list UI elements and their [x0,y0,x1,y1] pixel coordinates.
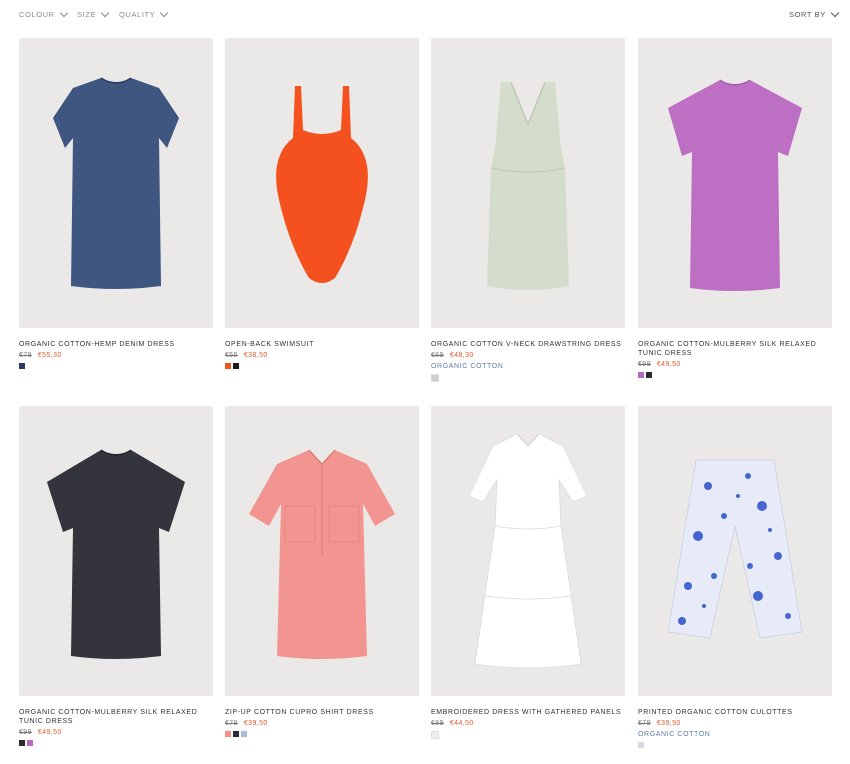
chevron-down-icon [160,8,169,18]
product-card[interactable]: OPEN-BACK SWIMSUIT €55 €38,50 [225,38,419,369]
chevron-down-icon [100,8,110,18]
sort-by-label: SORT BY [789,10,826,19]
sale-price: €38,50 [243,352,268,359]
product-image[interactable] [638,406,832,696]
original-price: €55 [225,352,238,359]
filter-size-label: SIZE [77,10,97,19]
product-card[interactable]: ORGANIC COTTON-HEMP DENIM DRESS €79 €55,3… [19,38,213,369]
denim-dress-illustration [53,77,179,289]
color-swatch[interactable] [19,740,25,746]
filter-quality-label: QUALITY [119,10,156,19]
product-card[interactable]: ORGANIC COTTON V-NECK DRAWSTRING DRESS €… [431,38,625,382]
product-prices: €55 €38,50 [225,352,419,359]
color-swatch[interactable] [431,731,439,739]
color-swatches [638,742,832,748]
original-price: €79 [225,720,238,727]
sale-price: €39,50 [656,720,681,727]
filter-quality[interactable]: QUALITY [119,8,169,19]
dress-shape [53,78,179,289]
original-price: €79 [19,352,32,359]
chevron-down-icon [59,8,68,18]
color-swatch[interactable] [638,742,644,748]
original-price: €99 [638,361,651,368]
product-prices: €79 €39,50 [225,720,419,727]
product-prices: €79 €39,50 [638,720,832,727]
product-prices: €69 €48,30 [431,352,625,359]
sort-by-dropdown[interactable]: SORT BY [789,8,840,19]
color-swatches [431,374,625,382]
color-swatch[interactable] [27,740,33,746]
dress-shape [47,450,185,659]
original-price: €99 [19,729,32,736]
product-card[interactable]: PRINTED ORGANIC COTTON CULOTTES €79 €39,5… [638,406,832,748]
chevron-down-icon [830,8,840,18]
product-image[interactable] [225,38,419,328]
color-swatch[interactable] [646,372,652,378]
product-name[interactable]: ORGANIC COTTON-HEMP DENIM DRESS [19,340,213,349]
culottes-illustration [667,459,803,639]
swimsuit-illustration [276,86,368,283]
original-price: €89 [431,720,444,727]
color-swatch[interactable] [225,363,231,369]
product-name[interactable]: ORGANIC COTTON-MULBERRY SILK RELAXED TUN… [19,708,213,726]
color-swatches [225,731,419,737]
color-swatch[interactable] [638,372,644,378]
color-swatches [431,731,625,739]
product-image[interactable] [19,406,213,696]
product-card[interactable]: EMBROIDERED DRESS WITH GATHERED PANELS €… [431,406,625,739]
sale-price: €49,50 [37,729,62,736]
sale-price: €44,50 [449,720,474,727]
product-image[interactable] [19,38,213,328]
sale-price: €55,30 [37,352,62,359]
dress-shape [468,433,588,669]
color-swatches [19,363,213,369]
dress-shape [668,80,802,291]
product-name[interactable]: OPEN-BACK SWIMSUIT [225,340,419,349]
color-swatch[interactable] [431,374,439,382]
product-prices: €79 €55,30 [19,352,213,359]
dress-shape [487,82,569,290]
filter-bar: COLOUR SIZE QUALITY SORT BY [0,0,850,30]
color-swatch[interactable] [233,731,239,737]
color-swatches [19,740,213,746]
product-image[interactable] [638,38,832,328]
product-name[interactable]: ZIP-UP COTTON CUPRO SHIRT DRESS [225,708,419,717]
color-swatches [638,372,832,378]
sale-price: €49,50 [656,361,681,368]
color-swatch[interactable] [241,731,247,737]
filter-size[interactable]: SIZE [77,8,110,19]
material-tag[interactable]: ORGANIC COTTON [431,363,625,370]
product-card[interactable]: ZIP-UP COTTON CUPRO SHIRT DRESS €79 €39,5… [225,406,419,737]
original-price: €79 [638,720,651,727]
shirt-dress-illustration [249,449,395,659]
product-prices: €99 €49,50 [638,361,832,368]
product-image[interactable] [225,406,419,696]
filter-colour-label: COLOUR [19,10,55,19]
color-swatch[interactable] [19,363,25,369]
product-card[interactable]: ORGANIC COTTON-MULBERRY SILK RELAXED TUN… [19,406,213,746]
product-name[interactable]: PRINTED ORGANIC COTTON CULOTTES [638,708,832,717]
product-image[interactable] [431,406,625,696]
product-image[interactable] [431,38,625,328]
tunic-dress-illustration [47,449,185,659]
product-prices: €99 €49,50 [19,729,213,736]
product-name[interactable]: ORGANIC COTTON-MULBERRY SILK RELAXED TUN… [638,340,832,358]
white-dress-illustration [468,433,588,669]
sale-price: €48,30 [449,352,474,359]
filter-colour[interactable]: COLOUR [19,8,68,19]
v-neck-dress-illustration [487,81,569,290]
culottes-shape [667,459,803,639]
product-name[interactable]: EMBROIDERED DRESS WITH GATHERED PANELS [431,708,625,717]
sale-price: €39,50 [243,720,268,727]
color-swatch[interactable] [225,731,231,737]
color-swatches [225,363,419,369]
product-name[interactable]: ORGANIC COTTON V-NECK DRAWSTRING DRESS [431,340,625,349]
color-swatch[interactable] [233,363,239,369]
material-tag[interactable]: ORGANIC COTTON [638,731,832,738]
original-price: €69 [431,352,444,359]
swimsuit-shape [276,86,368,283]
product-prices: €89 €44,50 [431,720,625,727]
product-card[interactable]: ORGANIC COTTON-MULBERRY SILK RELAXED TUN… [638,38,832,378]
tunic-dress-illustration [668,79,802,291]
